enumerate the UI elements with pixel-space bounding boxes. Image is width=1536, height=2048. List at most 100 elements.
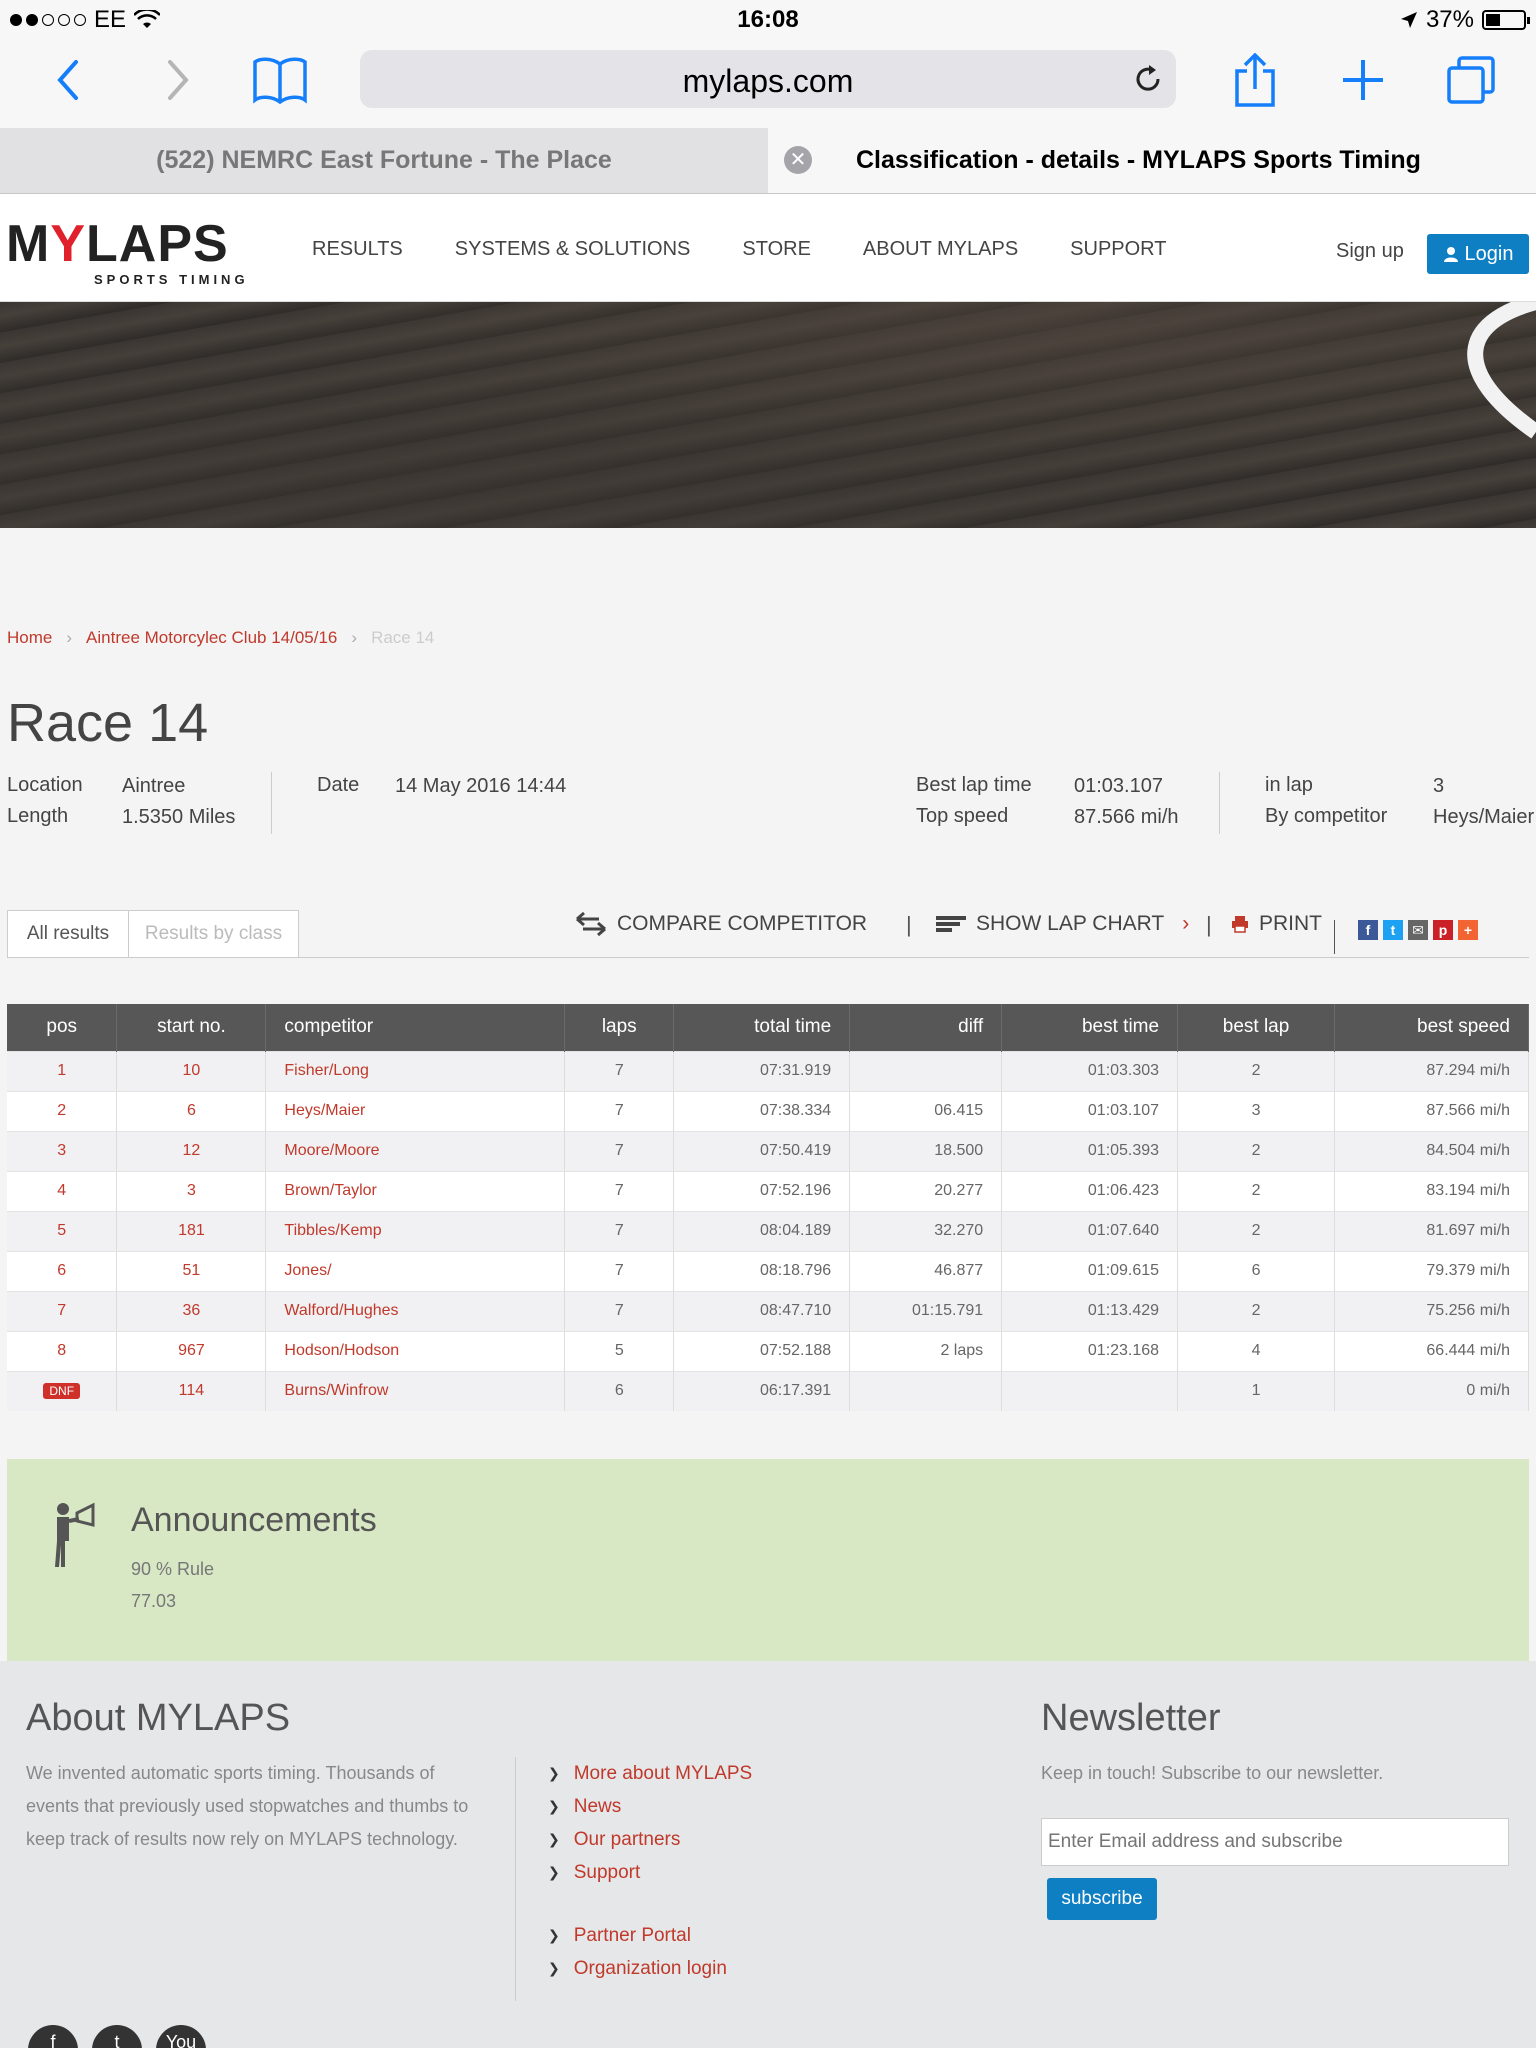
footer-link-news[interactable]: ❯ News [548, 1790, 752, 1823]
breadcrumb-home[interactable]: Home [7, 628, 52, 648]
new-tab-icon[interactable] [1340, 50, 1386, 110]
table-row[interactable]: DNF 114 Burns/Winfrow 6 06:17.391 1 0 mi… [7, 1370, 1529, 1411]
col-diff[interactable]: diff [849, 1004, 1003, 1051]
nav-about[interactable]: ABOUT MYLAPS [863, 238, 1018, 261]
table-row[interactable]: 5 181 Tibbles/Kemp 7 08:04.189 32.270 01… [7, 1210, 1529, 1251]
col-total-time[interactable]: total time [673, 1004, 851, 1051]
nav-results[interactable]: RESULTS [312, 238, 403, 261]
breadcrumb-chevron-icon: › [351, 628, 358, 647]
cell-competitor[interactable]: Brown/Taylor [265, 1170, 566, 1211]
cell-start-no: 114 [116, 1370, 267, 1411]
date-value: 14 May 2016 14:44 [395, 775, 567, 797]
facebook-icon[interactable]: f [28, 2025, 78, 2048]
announcement-value: 77.03 [131, 1591, 177, 1611]
nav-systems-solutions[interactable]: SYSTEMS & SOLUTIONS [455, 238, 691, 261]
about-text: We invented automatic sports timing. Tho… [26, 1763, 469, 1849]
share-icon[interactable] [1232, 50, 1278, 110]
cell-diff: 01:15.791 [849, 1290, 1003, 1331]
subscribe-button[interactable]: subscribe [1047, 1878, 1157, 1920]
email-share-icon[interactable]: ✉ [1408, 920, 1428, 940]
mylaps-logo[interactable]: MYLAPS SPORTS TIMING [6, 214, 245, 287]
printer-icon [1232, 916, 1248, 933]
separator: | [1206, 912, 1212, 937]
chevron-right-icon: ❯ [548, 1831, 560, 1847]
cell-competitor[interactable]: Jones/ [265, 1250, 566, 1291]
chevron-right-icon: › [1182, 912, 1190, 935]
browser-tabs: (522) NEMRC East Fortune - The Place ✕ C… [0, 128, 1536, 194]
col-best-speed[interactable]: best speed [1334, 1004, 1529, 1051]
bookmarks-icon[interactable] [250, 50, 310, 110]
cell-diff: 20.277 [849, 1170, 1003, 1211]
cell-best-lap: 3 [1177, 1090, 1335, 1131]
tab-title: Classification - details - MYLAPS Sports… [856, 146, 1421, 174]
twitter-icon[interactable]: t [1383, 920, 1403, 940]
table-row[interactable]: 1 10 Fisher/Long 7 07:31.919 01:03.303 2… [7, 1050, 1529, 1091]
facebook-icon[interactable]: f [1358, 920, 1378, 940]
tab-classification[interactable]: ✕ Classification - details - MYLAPS Spor… [768, 128, 1536, 193]
tabs-overview-icon[interactable] [1444, 50, 1498, 110]
cell-total-time: 08:04.189 [673, 1210, 851, 1251]
footer-link-partner-portal[interactable]: ❯ Partner Portal [548, 1919, 727, 1952]
best-lap-time-label: Best lap time [916, 774, 1032, 796]
main-nav: RESULTS SYSTEMS & SOLUTIONS STORE ABOUT … [312, 238, 1166, 261]
table-row[interactable]: 6 51 Jones/ 7 08:18.796 46.877 01:09.615… [7, 1250, 1529, 1291]
table-row[interactable]: 3 12 Moore/Moore 7 07:50.419 18.500 01:0… [7, 1130, 1529, 1171]
cell-competitor[interactable]: Burns/Winfrow [265, 1370, 566, 1411]
cell-competitor[interactable]: Heys/Maier [265, 1090, 566, 1131]
address-bar[interactable]: mylaps.com [360, 50, 1176, 108]
reload-icon[interactable] [1132, 63, 1164, 95]
pinterest-icon[interactable]: p [1433, 920, 1453, 940]
battery-percent: 37% [1425, 6, 1474, 33]
cell-pos: DNF [7, 1370, 118, 1411]
best-lap-time-value: 01:03.107 [1074, 775, 1163, 797]
table-row[interactable]: 4 3 Brown/Taylor 7 07:52.196 20.277 01:0… [7, 1170, 1529, 1211]
in-lap-value: 3 [1433, 775, 1445, 797]
table-row[interactable]: 2 6 Heys/Maier 7 07:38.334 06.415 01:03.… [7, 1090, 1529, 1131]
cell-competitor[interactable]: Fisher/Long [265, 1050, 566, 1091]
table-row[interactable]: 7 36 Walford/Hughes 7 08:47.710 01:15.79… [7, 1290, 1529, 1331]
table-row[interactable]: 8 967 Hodson/Hodson 5 07:52.188 2 laps 0… [7, 1330, 1529, 1371]
col-start-no[interactable]: start no. [116, 1004, 267, 1051]
signup-link[interactable]: Sign up [1336, 240, 1404, 263]
forward-icon[interactable] [158, 50, 198, 110]
show-lap-chart-button[interactable]: SHOW LAP CHART › [936, 912, 1189, 936]
footer-link-more-about[interactable]: ❯ More about MYLAPS [548, 1757, 752, 1790]
tab-results-by-class[interactable]: Results by class [128, 910, 299, 958]
add-share-icon[interactable]: + [1458, 920, 1478, 940]
cell-competitor[interactable]: Tibbles/Kemp [265, 1210, 566, 1251]
logo-word: MYLAPS [6, 214, 229, 274]
tab-all-results[interactable]: All results [7, 910, 129, 958]
login-label: Login [1464, 242, 1514, 265]
cell-best-lap: 2 [1177, 1210, 1335, 1251]
cell-competitor[interactable]: Hodson/Hodson [265, 1330, 566, 1371]
clock: 16:08 [737, 6, 799, 33]
site-header: MYLAPS SPORTS TIMING RESULTS SYSTEMS & S… [0, 194, 1536, 302]
newsletter-email-input[interactable] [1041, 1818, 1509, 1866]
col-competitor[interactable]: competitor [265, 1004, 566, 1051]
footer-link-org-login[interactable]: ❯ Organization login [548, 1952, 727, 1985]
cell-laps: 7 [564, 1130, 675, 1171]
col-pos[interactable]: pos [7, 1004, 118, 1051]
cell-total-time: 07:52.188 [673, 1330, 851, 1371]
nav-support[interactable]: SUPPORT [1070, 238, 1166, 261]
compare-competitor-button[interactable]: COMPARE COMPETITOR [575, 912, 867, 936]
tab-nemrc[interactable]: (522) NEMRC East Fortune - The Place [0, 128, 768, 193]
footer-link-support[interactable]: ❯ Support [548, 1856, 752, 1889]
location-arrow-icon [1400, 12, 1417, 28]
nav-store[interactable]: STORE [742, 238, 811, 261]
cell-competitor[interactable]: Moore/Moore [265, 1130, 566, 1171]
share-buttons: f t ✉ p + [1358, 920, 1478, 940]
col-laps[interactable]: laps [564, 1004, 675, 1051]
col-best-lap[interactable]: best lap [1177, 1004, 1335, 1051]
login-button[interactable]: Login [1427, 234, 1529, 274]
close-tab-icon[interactable]: ✕ [784, 146, 812, 174]
footer-link-partners[interactable]: ❯ Our partners [548, 1823, 752, 1856]
twitter-icon[interactable]: t [92, 2025, 142, 2048]
print-button[interactable]: PRINT [1231, 912, 1322, 936]
cell-competitor[interactable]: Walford/Hughes [265, 1290, 566, 1331]
youtube-icon[interactable]: You [156, 2025, 206, 2048]
back-icon[interactable] [48, 50, 88, 110]
col-best-time[interactable]: best time [1001, 1004, 1179, 1051]
breadcrumb-event[interactable]: Aintree Motorcylec Club 14/05/16 [86, 628, 337, 648]
cell-pos: 1 [7, 1050, 118, 1091]
